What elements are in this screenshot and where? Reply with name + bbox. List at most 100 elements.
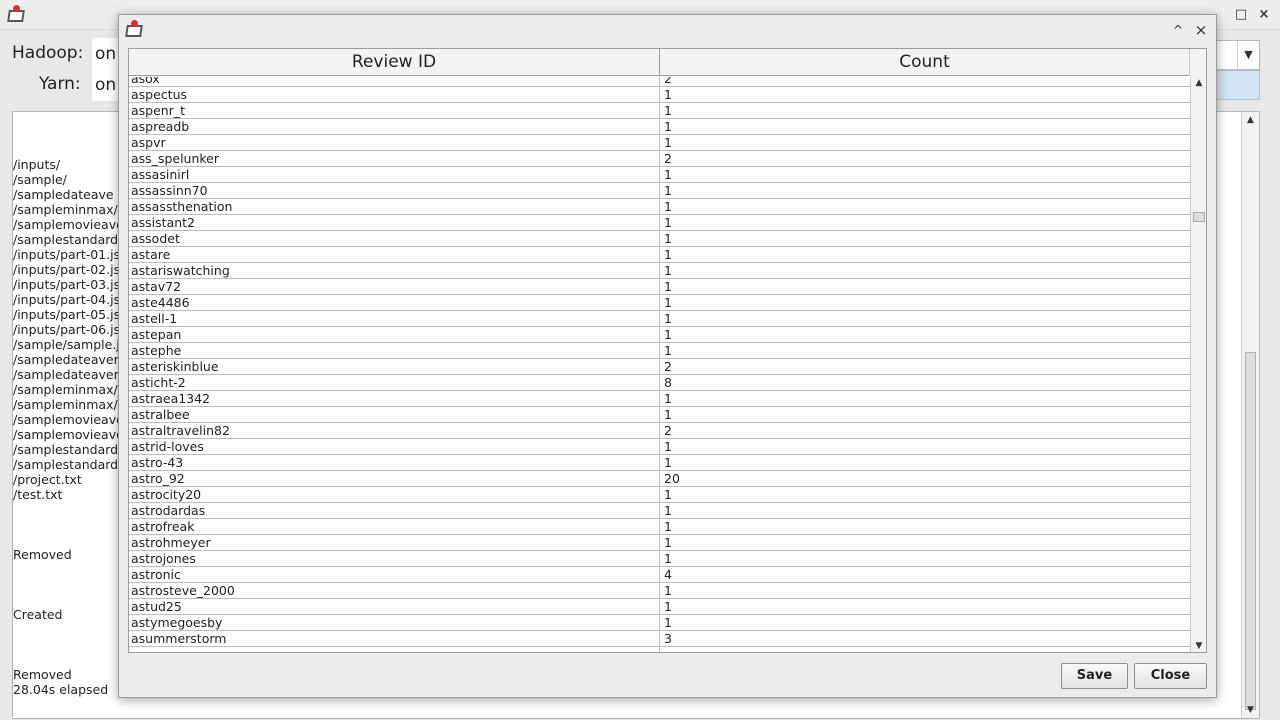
count-cell[interactable]: 1 [660, 231, 1190, 246]
close-button[interactable]: Close [1134, 663, 1207, 689]
review-id-cell[interactable]: asticht-2 [129, 375, 660, 390]
count-cell[interactable]: 1 [660, 279, 1190, 294]
table-row[interactable]: astav72 1 [129, 279, 1190, 295]
count-cell[interactable]: 1 [660, 103, 1190, 118]
table-row[interactable]: astrid-loves 1 [129, 439, 1190, 455]
review-id-cell[interactable]: astrid-loves [129, 439, 660, 454]
count-cell[interactable]: 1 [660, 407, 1190, 422]
count-cell[interactable]: 1 [660, 599, 1190, 614]
count-cell[interactable]: 4 [660, 567, 1190, 582]
count-cell[interactable] [660, 647, 1190, 652]
scroll-up-icon[interactable]: ▲ [1242, 112, 1259, 128]
scroll-down-icon[interactable]: ▼ [1242, 702, 1259, 718]
table-row[interactable]: astronic 4 [129, 567, 1190, 583]
maximize-icon[interactable]: □ [1232, 6, 1250, 24]
review-id-cell[interactable]: astare [129, 247, 660, 262]
review-id-cell[interactable]: asox [129, 77, 660, 86]
review-id-cell[interactable]: assistant2 [129, 215, 660, 230]
review-id-cell[interactable]: astepan [129, 327, 660, 342]
count-cell[interactable]: 2 [660, 423, 1190, 438]
count-cell[interactable]: 1 [660, 183, 1190, 198]
table-row[interactable]: astrosteve_2000 1 [129, 583, 1190, 599]
count-cell[interactable]: 1 [660, 343, 1190, 358]
table-row[interactable]: astralbee 1 [129, 407, 1190, 423]
review-id-cell[interactable]: astraea1342 [129, 391, 660, 406]
review-id-cell[interactable]: aspreadb [129, 119, 660, 134]
review-id-cell[interactable] [129, 647, 660, 652]
table-row[interactable]: asteriskinblue 2 [129, 359, 1190, 375]
review-id-cell[interactable]: asummerstorm [129, 631, 660, 646]
review-id-cell[interactable]: astraltravelin82 [129, 423, 660, 438]
count-cell[interactable]: 1 [660, 455, 1190, 470]
table-row[interactable]: assassthenation 1 [129, 199, 1190, 215]
table-row[interactable]: assodet 1 [129, 231, 1190, 247]
table-row[interactable]: assistant2 1 [129, 215, 1190, 231]
table-row[interactable]: aspenr_t 1 [129, 103, 1190, 119]
table-row[interactable]: asticht-2 8 [129, 375, 1190, 391]
count-cell[interactable]: 3 [660, 631, 1190, 646]
review-id-cell[interactable]: astro-43 [129, 455, 660, 470]
review-id-cell[interactable]: astephe [129, 343, 660, 358]
count-cell[interactable]: 8 [660, 375, 1190, 390]
review-id-cell[interactable]: aspenr_t [129, 103, 660, 118]
count-cell[interactable]: 1 [660, 583, 1190, 598]
table-row[interactable] [129, 647, 1190, 652]
review-id-cell[interactable]: astronic [129, 567, 660, 582]
count-cell[interactable]: 1 [660, 311, 1190, 326]
review-id-cell[interactable]: astrofreak [129, 519, 660, 534]
column-header-count[interactable]: Count [660, 49, 1190, 76]
table-row[interactable]: assasinirl 1 [129, 167, 1190, 183]
count-cell[interactable]: 1 [660, 199, 1190, 214]
count-cell[interactable]: 1 [660, 119, 1190, 134]
count-cell[interactable]: 1 [660, 391, 1190, 406]
scroll-up-icon[interactable]: ▲ [1191, 76, 1206, 90]
review-id-cell[interactable]: ass_spelunker [129, 151, 660, 166]
review-id-cell[interactable]: astro_92 [129, 471, 660, 486]
count-cell[interactable]: 2 [660, 151, 1190, 166]
count-cell[interactable]: 2 [660, 359, 1190, 374]
count-cell[interactable]: 1 [660, 135, 1190, 150]
table-row[interactable]: astrojones 1 [129, 551, 1190, 567]
review-id-cell[interactable]: assasinirl [129, 167, 660, 182]
review-id-cell[interactable]: assodet [129, 231, 660, 246]
review-id-cell[interactable]: aspectus [129, 87, 660, 102]
close-icon[interactable]: × [1192, 21, 1210, 39]
count-cell[interactable]: 1 [660, 295, 1190, 310]
save-button[interactable]: Save [1061, 663, 1128, 689]
minimize-icon[interactable]: ^ [1169, 21, 1187, 39]
table-row[interactable]: aspvr 1 [129, 135, 1190, 151]
count-cell[interactable]: 20 [660, 471, 1190, 486]
count-cell[interactable]: 1 [660, 487, 1190, 502]
review-id-cell[interactable]: astrodardas [129, 503, 660, 518]
table-row[interactable]: astrofreak 1 [129, 519, 1190, 535]
table-row[interactable]: astud25 1 [129, 599, 1190, 615]
review-id-cell[interactable]: astralbee [129, 407, 660, 422]
table-row[interactable]: astepan 1 [129, 327, 1190, 343]
count-cell[interactable]: 1 [660, 87, 1190, 102]
column-header-review-id[interactable]: Review ID [129, 49, 660, 76]
count-cell[interactable]: 1 [660, 503, 1190, 518]
table-row[interactable]: aste4486 1 [129, 295, 1190, 311]
review-id-cell[interactable]: aste4486 [129, 295, 660, 310]
table-row[interactable]: assassinn70 1 [129, 183, 1190, 199]
table-row[interactable]: astephe 1 [129, 343, 1190, 359]
review-id-cell[interactable]: astell-1 [129, 311, 660, 326]
review-id-cell[interactable]: astrocity20 [129, 487, 660, 502]
count-cell[interactable]: 2 [660, 77, 1190, 86]
scrollbar-thumb[interactable] [1245, 352, 1256, 710]
count-cell[interactable]: 1 [660, 551, 1190, 566]
close-icon[interactable]: × [1255, 6, 1273, 24]
chevron-down-icon[interactable]: ▼ [1237, 41, 1259, 69]
table-row[interactable]: astariswatching 1 [129, 263, 1190, 279]
review-id-cell[interactable]: asteriskinblue [129, 359, 660, 374]
review-id-cell[interactable]: astav72 [129, 279, 660, 294]
results-table[interactable]: Review ID Count asox 2 aspectus 1 aspenr_t 1 a… [128, 48, 1207, 653]
count-cell[interactable]: 1 [660, 327, 1190, 342]
log-scrollbar[interactable]: ▲ ▼ [1241, 112, 1259, 718]
review-id-cell[interactable]: aspvr [129, 135, 660, 150]
count-cell[interactable]: 1 [660, 615, 1190, 630]
review-id-cell[interactable]: astariswatching [129, 263, 660, 278]
table-row[interactable]: astell-1 1 [129, 311, 1190, 327]
review-id-cell[interactable]: astymegoesby [129, 615, 660, 630]
review-id-cell[interactable]: astrosteve_2000 [129, 583, 660, 598]
